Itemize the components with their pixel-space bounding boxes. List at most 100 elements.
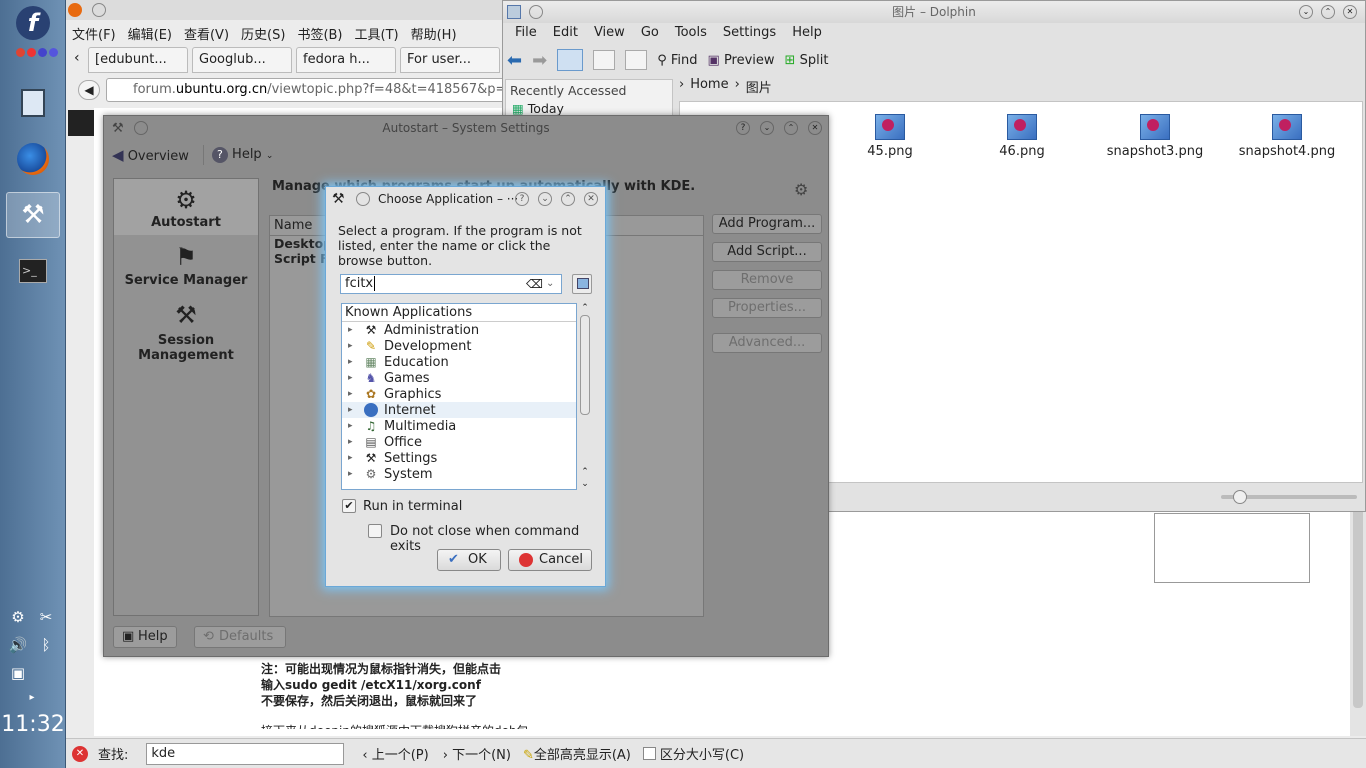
menu-view[interactable]: 查看(V) [178,24,235,43]
firefox-icon[interactable] [6,136,60,182]
minimize-icon[interactable]: ⌄ [538,192,552,206]
run-in-terminal-label[interactable]: Run in terminal [363,499,462,514]
chevron-down-icon[interactable]: ⌄ [546,275,554,293]
program-name-input[interactable]: fcitx ⌫ ⌄ [340,274,562,294]
icons-view-icon[interactable] [557,49,584,71]
scissors-tray-icon[interactable]: ✂ [36,607,56,627]
expand-arrow-icon[interactable]: ▸ [348,421,358,431]
maximize-icon[interactable]: ⌃ [1321,5,1335,19]
url-bar[interactable]: forum.ubuntu.org.cn/viewtopic.php?f=48&t… [106,78,506,102]
tree-scrollbar[interactable]: ⌃ ⌃ ⌄ [578,303,592,490]
tree-item-internet[interactable]: ▸ Internet [342,402,576,418]
browse-button[interactable] [572,274,592,294]
file-item[interactable]: 46.png [962,114,1082,159]
close-icon[interactable]: ✕ [584,192,598,206]
application-tree[interactable]: Known Applications ▸ ⚒ Administration ▸ ✎ De… [341,303,577,490]
window-menu-icon[interactable] [92,3,106,17]
tree-item-administration[interactable]: ▸ ⚒ Administration [342,322,576,338]
do-not-close-checkbox[interactable] [368,524,382,538]
menu-bookmarks[interactable]: 书签(B) [291,24,348,43]
match-case-checkbox[interactable] [642,747,656,760]
back-button[interactable]: ◀ [78,80,100,100]
tree-item-education[interactable]: ▸ ▦ Education [342,354,576,370]
sidebar-item-service-manager[interactable]: ⚑ Service Manager [114,241,258,288]
forward-arrow-icon[interactable]: ➡ [532,50,547,71]
dolphin-menu-tools[interactable]: Tools [667,25,715,45]
back-arrow-icon[interactable]: ⬅ [507,50,522,71]
scroll-down-icon[interactable]: ⌃ ⌄ [578,466,592,490]
crumb-home[interactable]: Home [690,77,728,97]
remove-button[interactable]: Remove [712,270,822,290]
tab-google[interactable]: Googlub... [192,47,292,73]
add-script-button[interactable]: Add Script... [712,242,822,262]
pager-icon[interactable] [16,48,58,57]
menu-help[interactable]: 帮助(H) [405,24,463,43]
footer-help-button[interactable]: ▣ Help [113,626,177,648]
help-icon[interactable]: ? [515,192,529,206]
tree-item-multimedia[interactable]: ▸ ♫ Multimedia [342,418,576,434]
dolphin-menu-view[interactable]: View [586,25,633,45]
close-icon[interactable]: ✕ [1343,5,1357,19]
expand-arrow-icon[interactable]: ▸ [348,357,358,367]
places-item-today[interactable]: ▦ Today [506,101,672,116]
find-input[interactable]: kde [146,742,345,765]
expand-arrow-icon[interactable]: ▸ [348,405,358,415]
expand-arrow-icon[interactable]: ▸ [348,469,358,479]
cancel-button[interactable]: Cancel [508,549,592,571]
dolphin-menu-icon[interactable] [529,5,543,19]
tab-for-user[interactable]: For user... [400,47,500,73]
highlight-all-button[interactable]: ✎全部高亮显示(A) [523,744,631,763]
overview-button[interactable]: ◀ Overview [112,146,189,164]
maximize-icon[interactable]: ⌃ [561,192,575,206]
terminal-icon[interactable]: >_ [6,248,60,294]
bluetooth-tray-icon[interactable]: ᛒ [36,635,56,655]
dolphin-menu-edit[interactable]: Edit [545,25,586,45]
run-in-terminal-checkbox[interactable]: ✔ [342,499,356,513]
scroll-up-icon[interactable]: ⌃ [578,303,592,313]
expand-arrow-icon[interactable]: ▸ [348,389,358,399]
tree-item-office[interactable]: ▸ ▤ Office [342,434,576,450]
defaults-button[interactable]: ⟲ Defaults [194,626,286,648]
close-icon[interactable]: ✕ [808,121,822,135]
expand-arrow-icon[interactable]: ▸ [348,373,358,383]
advanced-button[interactable]: Advanced... [712,333,822,353]
crumb-pictures[interactable]: 图片 [746,77,772,97]
dolphin-menu-settings[interactable]: Settings [715,25,784,45]
find-prev-button[interactable]: ‹ 上一个(P) [362,744,428,763]
preview-button[interactable]: ▣ Preview [708,53,775,68]
help-menu-button[interactable]: ? Help ⌄ [211,147,273,163]
file-item[interactable]: snapshot3.png [1095,114,1215,159]
expand-arrow-icon[interactable]: ▸ [348,341,358,351]
columns-view-icon[interactable] [625,50,648,70]
tab-edubuntu[interactable]: [edubunt... [88,47,188,73]
split-button[interactable]: ⊞ Split [785,53,829,68]
expand-arrow-icon[interactable]: ▸ [348,453,358,463]
expand-arrow-icon[interactable]: ▸ [348,437,358,447]
sidebar-item-autostart[interactable]: ⚙ Autostart [114,185,258,230]
tree-item-settings[interactable]: ▸ ⚒ Settings [342,450,576,466]
expand-arrow-icon[interactable]: ▸ [348,325,358,335]
device-tray-icon[interactable]: ▣ [8,663,28,683]
tree-item-system[interactable]: ▸ ⚙ System [342,466,576,482]
tree-header[interactable]: Known Applications [342,304,576,322]
dolphin-menu-help[interactable]: Help [784,25,830,45]
settings-tray-icon[interactable]: ⚙ [8,607,28,627]
minimize-icon[interactable]: ⌄ [1299,5,1313,19]
menu-edit[interactable]: 编辑(E) [122,24,178,43]
properties-button[interactable]: Properties... [712,298,822,318]
dolphin-menu-file[interactable]: File [507,25,545,45]
find-next-button[interactable]: › 下一个(N) [443,744,511,763]
ok-button[interactable]: ✔ OK [437,549,501,571]
add-program-button[interactable]: Add Program... [712,214,822,234]
clear-input-icon[interactable]: ⌫ [526,275,543,293]
dolphin-menu-go[interactable]: Go [633,25,667,45]
file-item[interactable]: snapshot4.png [1227,114,1347,159]
help-icon[interactable]: ? [736,121,750,135]
file-item[interactable]: 45.png [830,114,950,159]
volume-tray-icon[interactable]: 🔊 [8,635,28,655]
clock[interactable]: 11:32 [0,712,66,737]
find-button[interactable]: ⚲ Find [657,53,697,68]
tree-item-games[interactable]: ▸ ♞ Games [342,370,576,386]
file-manager-icon[interactable] [6,80,60,126]
menu-history[interactable]: 历史(S) [235,24,291,43]
